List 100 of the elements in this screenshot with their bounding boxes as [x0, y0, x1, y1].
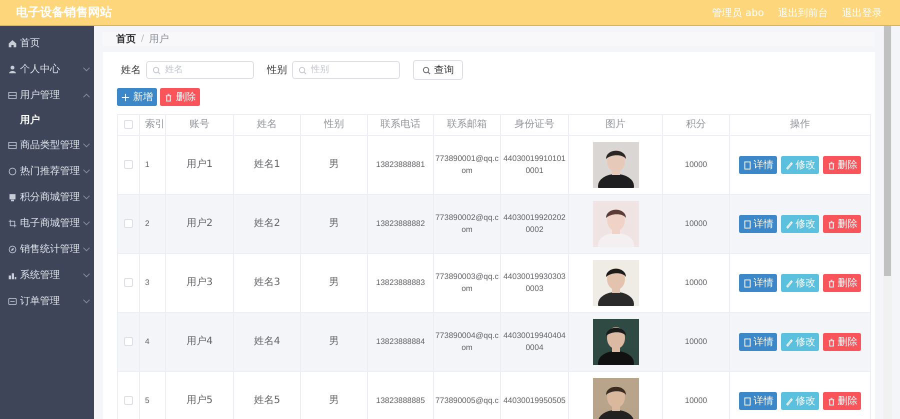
checkbox[interactable] — [124, 278, 133, 288]
table-cell: 13823888884 — [368, 312, 434, 372]
chevron-icon — [83, 220, 90, 226]
sidebar-item[interactable]: 用户管理 — [0, 82, 94, 108]
trash-icon — [826, 396, 836, 406]
detail-button[interactable]: 详情 — [739, 333, 777, 351]
table-cell: 男 — [300, 194, 368, 254]
search-field[interactable]: 性别 — [292, 61, 400, 79]
grid-icon — [8, 140, 17, 150]
circle-icon — [8, 166, 17, 176]
trash-icon — [826, 338, 836, 346]
column-header: 账号 — [166, 114, 234, 136]
checkbox[interactable] — [124, 160, 133, 170]
table-cell: 773890002@qq.com — [434, 194, 500, 254]
chevron-icon — [83, 246, 90, 252]
add-button[interactable]: 新增 — [117, 88, 157, 106]
delete-button[interactable]: 删除 — [160, 88, 200, 106]
table-cell: 用户2 — [166, 194, 234, 254]
table-cell: 773890004@qq.com — [434, 312, 500, 372]
detail-button[interactable]: 详情 — [739, 392, 777, 410]
plus-icon — [121, 92, 130, 102]
document-icon — [742, 338, 752, 346]
column-header: 积分 — [662, 114, 730, 136]
document-icon — [742, 160, 752, 170]
search-icon — [422, 66, 431, 74]
delete-button[interactable]: 删除 — [823, 215, 861, 233]
trash-icon — [826, 278, 836, 288]
column-header: 联系邮箱 — [434, 114, 500, 136]
trash-icon — [826, 220, 836, 228]
edit-button[interactable]: 修改 — [781, 156, 819, 174]
breadcrumb-item[interactable]: 首页 — [116, 32, 136, 46]
user-icon — [8, 64, 17, 74]
delete-button[interactable]: 删除 — [823, 392, 861, 410]
document-icon — [742, 278, 752, 288]
edit-button[interactable]: 修改 — [781, 333, 819, 351]
delete-button[interactable]: 删除 — [823, 333, 861, 351]
table-cell: 4 — [140, 312, 166, 372]
trash-icon — [164, 92, 173, 102]
sidebar-item[interactable]: 商品类型管理 — [0, 132, 94, 158]
edit-button[interactable]: 修改 — [781, 215, 819, 233]
bar-chart-icon — [8, 270, 17, 280]
sidebar-subitem[interactable]: 用户 — [0, 108, 94, 132]
detail-button[interactable]: 详情 — [739, 274, 777, 292]
checkbox[interactable] — [124, 219, 133, 228]
sidebar-item[interactable]: 个人中心 — [0, 56, 94, 82]
document-icon — [742, 220, 752, 228]
pencil-icon — [784, 220, 794, 228]
column-header: 身份证号 — [500, 114, 568, 136]
crop-icon — [8, 218, 17, 228]
sidebar-item[interactable]: 积分商城管理 — [0, 184, 94, 210]
delete-button[interactable]: 删除 — [823, 156, 861, 174]
column-header: 联系电话 — [368, 114, 434, 136]
table-cell: 姓名4 — [234, 312, 300, 372]
card-icon — [8, 296, 17, 306]
chevron-icon — [83, 168, 90, 174]
table-cell: 姓名2 — [234, 194, 300, 254]
chevron-icon — [83, 66, 90, 72]
table-cell: 440300199202020002 — [500, 194, 568, 254]
column-header: 图片 — [568, 114, 662, 136]
breadcrumb-separator: / — [141, 34, 144, 44]
detail-button[interactable]: 详情 — [739, 215, 777, 233]
field-label: 性别 — [267, 64, 287, 77]
table-cell: 10000 — [662, 312, 730, 372]
chevron-icon — [83, 298, 90, 304]
column-header: 性别 — [300, 114, 368, 136]
column-header: 索引 — [140, 114, 166, 136]
document-icon — [742, 396, 752, 406]
checkbox[interactable] — [124, 337, 133, 346]
sidebar-item[interactable]: 销售统计管理 — [0, 236, 94, 262]
search-icon — [152, 66, 161, 74]
breadcrumb-item: 用户 — [149, 32, 170, 46]
edit-button[interactable]: 修改 — [781, 274, 819, 292]
sidebar-item[interactable]: 系统管理 — [0, 262, 94, 288]
grid-icon — [8, 90, 17, 100]
chevron-icon — [83, 194, 90, 200]
sidebar-item[interactable]: 电子商城管理 — [0, 210, 94, 236]
sidebar-item[interactable]: 热门推荐管理 — [0, 158, 94, 184]
delete-button[interactable]: 删除 — [823, 274, 861, 292]
chevron-icon — [83, 92, 90, 98]
search-button[interactable]: 查询 — [413, 60, 463, 80]
pencil-icon — [784, 278, 794, 288]
checkbox[interactable] — [124, 120, 133, 129]
sidebar-item[interactable]: 订单管理 — [0, 288, 94, 314]
column-header: 姓名 — [234, 114, 300, 136]
table-cell: 男 — [300, 312, 368, 372]
pencil-icon — [784, 338, 794, 346]
search-field[interactable]: 姓名 — [146, 61, 254, 79]
checkbox[interactable] — [124, 396, 133, 406]
column-header: 操作 — [730, 114, 870, 136]
table-cell: 773890005@qq.c — [434, 372, 500, 419]
sidebar-item[interactable]: 首页 — [0, 30, 94, 56]
edit-button[interactable]: 修改 — [781, 392, 819, 410]
chevron-icon — [83, 142, 90, 148]
scrollbar[interactable] — [883, 26, 892, 419]
site-title: 电子设备销售网站 — [16, 4, 112, 21]
detail-button[interactable]: 详情 — [739, 156, 777, 174]
table-cell: 用户4 — [166, 312, 234, 372]
monitor-icon — [8, 192, 17, 202]
table-cell: 13823888882 — [368, 194, 434, 254]
table-cell: 44030019950505 — [500, 372, 568, 419]
